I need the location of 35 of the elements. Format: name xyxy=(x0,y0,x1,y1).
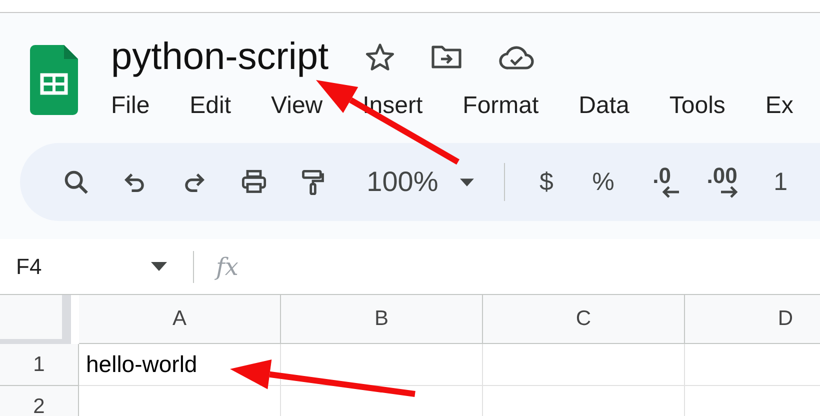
paint-roller-icon xyxy=(300,169,326,195)
menu-item[interactable]: File xyxy=(111,92,150,120)
right-arrow-icon xyxy=(721,186,740,198)
row-header[interactable]: 1 xyxy=(0,344,79,386)
decrease-decimal-button[interactable]: .0 xyxy=(642,160,681,204)
empty-cell[interactable] xyxy=(483,344,685,386)
format-button[interactable]: $ xyxy=(529,162,564,202)
zoom-select[interactable]: 100% xyxy=(366,166,438,198)
move-to-folder-icon[interactable] xyxy=(430,44,463,70)
print-icon xyxy=(240,169,267,195)
star-icon[interactable] xyxy=(364,43,395,71)
menu-item[interactable]: Format xyxy=(462,92,539,120)
empty-cell[interactable] xyxy=(281,344,483,386)
row-header[interactable]: 2 xyxy=(0,386,79,416)
format-button[interactable]: 1 xyxy=(763,162,798,202)
menu-item[interactable]: Edit xyxy=(190,92,232,120)
column-header[interactable]: D xyxy=(685,295,820,344)
caret-icon[interactable] xyxy=(151,262,167,271)
function-label: fx xyxy=(216,252,238,280)
left-arrow-icon xyxy=(660,186,679,198)
increase-decimal-button[interactable]: .00 xyxy=(702,160,742,204)
menu-item[interactable]: View xyxy=(271,92,323,120)
menu-item[interactable]: Data xyxy=(578,92,630,120)
menu-item[interactable]: Ex xyxy=(765,92,794,120)
format-button[interactable]: % xyxy=(586,162,621,202)
column-header[interactable]: C xyxy=(483,295,685,344)
menu-item[interactable]: Tools xyxy=(669,92,726,120)
cloud-check-icon[interactable] xyxy=(498,44,535,70)
column-header[interactable]: B xyxy=(281,295,483,344)
search-icon xyxy=(62,169,89,195)
name-box[interactable]: F4 xyxy=(0,254,145,280)
document-title[interactable]: python-script xyxy=(111,36,329,78)
column-header[interactable]: A xyxy=(79,295,281,344)
spreadsheet-logo-icon[interactable] xyxy=(30,45,78,115)
caret-icon[interactable] xyxy=(460,178,474,186)
